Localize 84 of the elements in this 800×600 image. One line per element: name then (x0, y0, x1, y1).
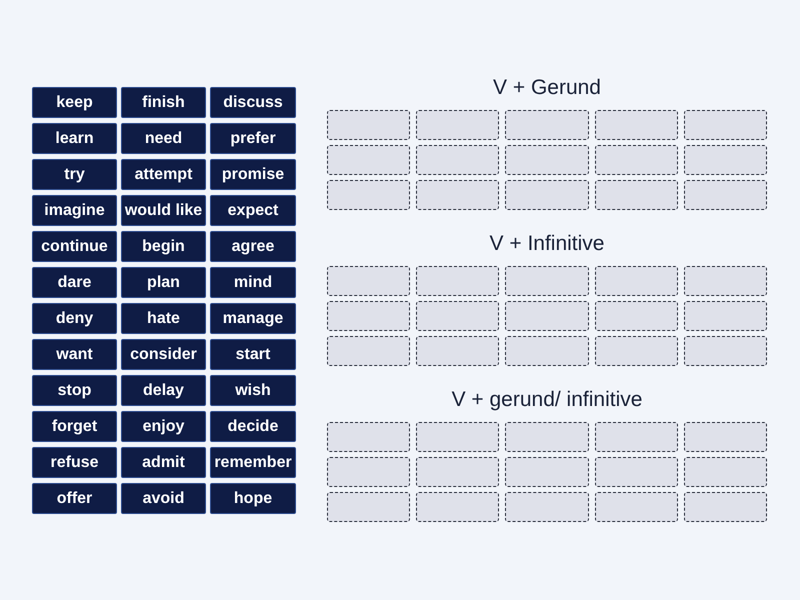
word-tile[interactable]: agree (210, 231, 296, 262)
drop-slot[interactable] (684, 492, 767, 522)
word-tile[interactable]: hope (210, 483, 296, 514)
drop-slot[interactable] (684, 336, 767, 366)
drop-slot[interactable] (416, 457, 500, 487)
drop-slot[interactable] (594, 457, 678, 487)
group-title: V + Gerund (493, 75, 601, 101)
drop-slot[interactable] (594, 145, 678, 175)
word-tile[interactable]: prefer (210, 123, 296, 154)
word-tile[interactable]: try (32, 159, 117, 190)
drop-slot[interactable] (416, 145, 500, 175)
drop-slot[interactable] (416, 180, 500, 210)
drop-slot[interactable] (684, 110, 767, 140)
word-tile[interactable]: learn (32, 123, 117, 154)
drop-slot[interactable] (505, 266, 589, 296)
drop-slot[interactable] (416, 110, 500, 140)
drop-slot[interactable] (594, 110, 678, 140)
drop-slot[interactable] (594, 336, 678, 366)
drop-slot[interactable] (594, 301, 678, 331)
drop-slot[interactable] (684, 422, 767, 452)
drop-slot[interactable] (327, 145, 410, 175)
word-tile[interactable]: discuss (210, 87, 296, 118)
drop-slot[interactable] (327, 301, 410, 331)
word-tile[interactable]: forget (32, 411, 117, 442)
drop-slot[interactable] (505, 180, 589, 210)
drop-slot[interactable] (505, 492, 589, 522)
drop-slot[interactable] (505, 457, 589, 487)
word-tile[interactable]: need (121, 123, 206, 154)
drop-slot[interactable] (684, 457, 767, 487)
drop-slot[interactable] (327, 422, 410, 452)
word-tile[interactable]: expect (210, 195, 296, 226)
drop-slot[interactable] (684, 145, 767, 175)
drop-slot[interactable] (505, 145, 589, 175)
word-tile[interactable]: mind (210, 267, 296, 298)
drop-slot[interactable] (327, 457, 410, 487)
drop-slot[interactable] (327, 180, 410, 210)
word-tile[interactable]: hate (121, 303, 206, 334)
drop-slot[interactable] (416, 301, 500, 331)
word-tile[interactable]: finish (121, 87, 206, 118)
word-tile[interactable]: enjoy (121, 411, 206, 442)
word-tile[interactable]: would like (121, 195, 206, 226)
word-tile[interactable]: manage (210, 303, 296, 334)
word-tile[interactable]: deny (32, 303, 117, 334)
drop-slot[interactable] (416, 492, 500, 522)
word-tile[interactable]: consider (121, 339, 206, 370)
word-tile[interactable]: plan (121, 267, 206, 298)
word-tile[interactable]: wish (210, 375, 296, 406)
word-tile[interactable]: attempt (121, 159, 206, 190)
word-tile[interactable]: dare (32, 267, 117, 298)
group-title: V + Infinitive (490, 231, 604, 257)
drop-slot[interactable] (416, 266, 500, 296)
drop-slot[interactable] (594, 266, 678, 296)
word-tile[interactable]: avoid (121, 483, 206, 514)
drop-slot[interactable] (416, 336, 500, 366)
drop-slot[interactable] (594, 180, 678, 210)
drop-slot[interactable] (416, 422, 500, 452)
drop-slot[interactable] (594, 492, 678, 522)
drop-slot[interactable] (684, 266, 767, 296)
drop-slot[interactable] (505, 336, 589, 366)
word-tile[interactable]: remember (210, 447, 296, 478)
drop-slot[interactable] (505, 422, 589, 452)
word-tile[interactable]: decide (210, 411, 296, 442)
drop-slot[interactable] (505, 301, 589, 331)
drop-slot[interactable] (327, 336, 410, 366)
word-tile[interactable]: promise (210, 159, 296, 190)
word-tile[interactable]: keep (32, 87, 117, 118)
word-tile[interactable]: admit (121, 447, 206, 478)
word-tile[interactable]: want (32, 339, 117, 370)
word-tile[interactable]: continue (32, 231, 117, 262)
drop-slot[interactable] (684, 301, 767, 331)
drop-slot[interactable] (327, 492, 410, 522)
word-tile[interactable]: begin (121, 231, 206, 262)
word-tile[interactable]: delay (121, 375, 206, 406)
drop-slot[interactable] (327, 266, 410, 296)
drop-slot[interactable] (505, 110, 589, 140)
drop-slot[interactable] (594, 422, 678, 452)
word-tile[interactable]: imagine (32, 195, 117, 226)
drop-slot[interactable] (327, 110, 410, 140)
word-tile[interactable]: stop (32, 375, 117, 406)
group-title: V + gerund/ infinitive (452, 387, 642, 413)
drop-slot[interactable] (684, 180, 767, 210)
word-tile[interactable]: offer (32, 483, 117, 514)
word-tile[interactable]: refuse (32, 447, 117, 478)
word-tile[interactable]: start (210, 339, 296, 370)
